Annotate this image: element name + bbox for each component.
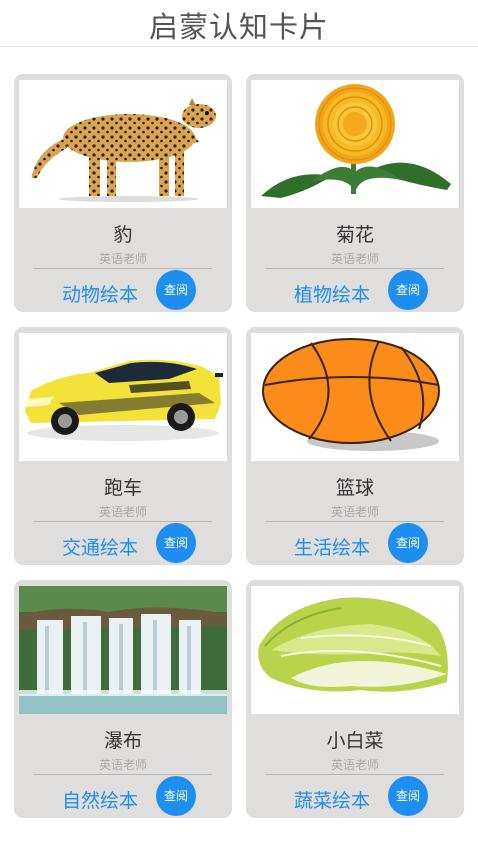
view-button[interactable]: 查阅: [156, 270, 196, 310]
card-title: 跑车: [103, 477, 142, 499]
card-divider: [34, 521, 212, 522]
category-link[interactable]: 生活绘本: [294, 533, 370, 560]
view-button[interactable]: 查阅: [156, 776, 196, 816]
card-teacher: 英语老师: [330, 505, 379, 519]
card-cheetah[interactable]: 豹 英语老师 动物绘本 查阅: [14, 74, 232, 312]
card-title: 豹: [113, 224, 133, 246]
card-title: 小白菜: [326, 730, 384, 752]
category-link[interactable]: 植物绘本: [294, 280, 370, 307]
waterfall-icon: [19, 586, 227, 714]
card-divider: [266, 268, 444, 269]
category-link[interactable]: 动物绘本: [62, 280, 138, 307]
card-chrysanthemum[interactable]: 菊花 英语老师 植物绘本 查阅: [246, 74, 464, 312]
category-link[interactable]: 蔬菜绘本: [294, 786, 370, 813]
card-title: 篮球: [335, 477, 374, 499]
category-link[interactable]: 自然绘本: [62, 786, 138, 813]
card-divider: [266, 774, 444, 775]
basketball-image: [251, 333, 459, 461]
cheetah-icon: [31, 98, 216, 202]
cabbage-icon: [258, 597, 448, 692]
cheetah-image: [19, 80, 227, 208]
chrysanthemum-icon: [261, 84, 451, 198]
basketball-icon: [262, 338, 440, 451]
card-waterfall[interactable]: 瀑布 英语老师 自然绘本 查阅: [14, 580, 232, 818]
view-button[interactable]: 查阅: [388, 523, 428, 563]
card-divider: [34, 774, 212, 775]
chrysanthemum-image: [251, 80, 459, 208]
card-title: 瀑布: [103, 730, 142, 752]
view-button[interactable]: 查阅: [156, 523, 196, 563]
card-grid: 豹 英语老师 动物绘本 查阅 菊花 英语老师 植物绘本 查阅 跑车 英语老师 交…: [0, 0, 478, 850]
card-teacher: 英语老师: [330, 252, 379, 266]
category-link[interactable]: 交通绘本: [62, 533, 138, 560]
card-teacher: 英语老师: [98, 505, 147, 519]
view-button[interactable]: 查阅: [388, 270, 428, 310]
sports-car-image: [19, 333, 227, 461]
cabbage-image: [251, 586, 459, 714]
sports-car-icon: [25, 359, 223, 441]
card-teacher: 英语老师: [330, 758, 379, 772]
card-title: 菊花: [335, 224, 374, 246]
card-sports-car[interactable]: 跑车 英语老师 交通绘本 查阅: [14, 327, 232, 565]
card-divider: [34, 268, 212, 269]
card-teacher: 英语老师: [98, 252, 147, 266]
card-basketball[interactable]: 篮球 英语老师 生活绘本 查阅: [246, 327, 464, 565]
waterfall-image: [19, 586, 227, 714]
card-cabbage[interactable]: 小白菜 英语老师 蔬菜绘本 查阅: [246, 580, 464, 818]
view-button[interactable]: 查阅: [388, 776, 428, 816]
card-teacher: 英语老师: [98, 758, 147, 772]
card-divider: [266, 521, 444, 522]
